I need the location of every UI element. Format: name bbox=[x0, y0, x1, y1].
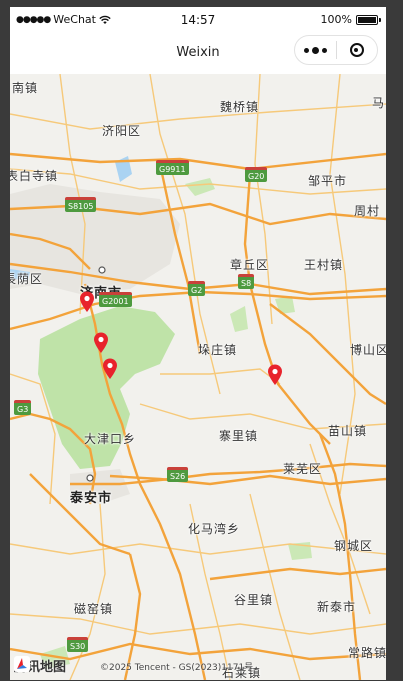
highway-shield: G2 bbox=[188, 281, 206, 296]
place-label: 济阳区 bbox=[102, 124, 142, 138]
place-label: 新泰市 bbox=[317, 600, 357, 614]
map-marker[interactable] bbox=[267, 364, 283, 385]
highway-shield: S30 bbox=[67, 637, 89, 652]
place-label: 谷里镇 bbox=[234, 593, 274, 607]
highway-shield: G20 bbox=[245, 167, 268, 182]
place-label: 邹平市 bbox=[308, 174, 348, 188]
place-label: 化马湾乡 bbox=[188, 522, 241, 536]
phone-screen: ●●●●● WeChat 14:57 100% Weixin 南镇 魏桥镇 马 … bbox=[10, 7, 386, 680]
highway-shield: G2001 bbox=[99, 292, 132, 307]
highway-shield: S26 bbox=[167, 467, 189, 482]
place-label: 魏桥镇 bbox=[220, 100, 260, 114]
map-attribution: 腾讯地图 ©2025 Tencent - GS(2023)1171号 bbox=[10, 656, 386, 680]
highway-shield: G9911 bbox=[156, 160, 189, 175]
highway-shield: G3 bbox=[14, 400, 32, 415]
miniprogram-capsule bbox=[294, 35, 378, 65]
map-marker[interactable] bbox=[102, 358, 118, 379]
jinan-dot bbox=[98, 266, 106, 274]
place-label: 磁窑镇 bbox=[74, 602, 114, 616]
place-label: 博山区 bbox=[350, 343, 386, 357]
place-label: 王村镇 bbox=[304, 258, 344, 272]
battery-icon bbox=[356, 14, 381, 25]
close-button[interactable] bbox=[337, 43, 378, 57]
place-label: 钢城区 bbox=[334, 539, 374, 553]
city-label: 泰安市 bbox=[70, 491, 113, 506]
map-base bbox=[10, 74, 386, 680]
status-bar: ●●●●● WeChat 14:57 100% bbox=[10, 7, 386, 33]
map-marker[interactable] bbox=[93, 332, 109, 353]
battery-percent: 100% bbox=[320, 13, 352, 26]
place-label: 寨里镇 bbox=[219, 429, 259, 443]
place-label: 马 bbox=[372, 96, 386, 110]
place-label: 章丘区 bbox=[230, 258, 270, 272]
copyright-text: ©2025 Tencent - GS(2023)1171号 bbox=[100, 663, 254, 673]
map-view[interactable]: 南镇 魏桥镇 马 济阳区 表白寺镇 邹平市 周村 章丘区 王村镇 長荫区 济南市… bbox=[10, 74, 386, 680]
map-marker[interactable] bbox=[79, 291, 95, 312]
place-label: 大津口乡 bbox=[84, 432, 137, 446]
tencent-map-logo: 腾讯地图 bbox=[14, 656, 66, 675]
place-label: 莱芜区 bbox=[283, 462, 323, 476]
highway-shield: S8105 bbox=[65, 197, 97, 212]
place-label: 表白寺镇 bbox=[10, 169, 59, 183]
place-label: 周村 bbox=[354, 204, 381, 218]
more-button[interactable] bbox=[295, 46, 336, 54]
status-right: 100% bbox=[320, 13, 381, 26]
place-label: 南镇 bbox=[12, 81, 39, 95]
place-label: 苗山镇 bbox=[328, 424, 368, 438]
nav-bar: Weixin bbox=[10, 33, 386, 74]
tencent-map-icon bbox=[14, 656, 30, 672]
taian-dot bbox=[86, 474, 94, 482]
place-label: 長荫区 bbox=[10, 272, 44, 286]
place-label: 垛庄镇 bbox=[198, 343, 238, 357]
close-icon bbox=[349, 43, 364, 57]
highway-shield: S8 bbox=[238, 274, 255, 289]
